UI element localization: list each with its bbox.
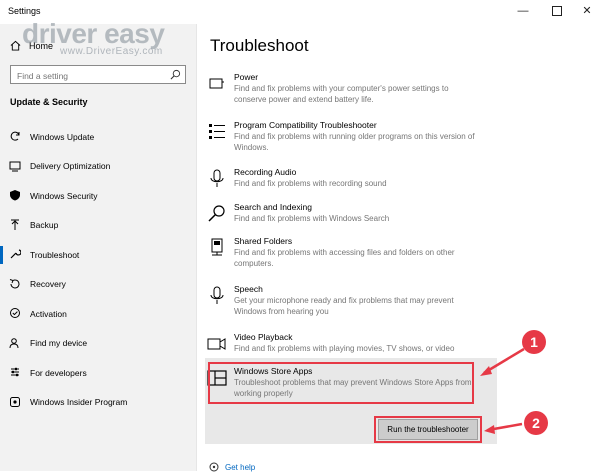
sidebar-item-windows-update[interactable]: Windows Update [0, 122, 196, 152]
maximize-button[interactable] [542, 2, 572, 20]
troubleshooter-desc: Find and fix problems with running older… [234, 132, 475, 152]
sidebar-item-delivery-optimization[interactable]: Delivery Optimization [0, 152, 196, 182]
upload-arrow-icon [11, 219, 19, 230]
troubleshooter-name: Speech [234, 284, 263, 294]
sidebar-item-label: Find my device [30, 338, 88, 349]
highlight-box-run-button [374, 416, 482, 443]
shared-folders-icon [211, 238, 223, 256]
troubleshooter-name: Recording Audio [234, 167, 297, 177]
sidebar-item-label: Windows Security [30, 190, 98, 201]
troubleshooter-desc: Find and fix problems with accessing fil… [234, 248, 455, 268]
home-label: Home [29, 40, 54, 51]
main-panel: Troubleshoot Power Find and fix problems… [197, 24, 600, 472]
search-input[interactable] [11, 67, 173, 85]
home-link[interactable]: Home [10, 40, 53, 51]
sidebar-nav: Windows Update Delivery Optimization Win… [0, 122, 196, 417]
person-location-icon [9, 337, 19, 348]
sidebar-item-label: Windows Update [30, 131, 95, 142]
sync-icon [10, 131, 20, 141]
sidebar-item-for-developers[interactable]: For developers [0, 358, 196, 388]
microphone-icon [210, 286, 224, 304]
troubleshooter-name: Power [234, 72, 259, 82]
developer-sliders-icon [11, 367, 19, 377]
minimize-button[interactable]: — [508, 2, 538, 20]
sidebar-item-troubleshoot[interactable]: Troubleshoot [0, 240, 196, 270]
sidebar-item-recovery[interactable]: Recovery [0, 270, 196, 300]
sidebar-item-find-my-device[interactable]: Find my device [0, 329, 196, 359]
troubleshooter-name: Video Playback [234, 332, 293, 342]
sidebar-item-label: Backup [30, 220, 59, 231]
get-help-label: Get help [225, 462, 256, 472]
sidebar-item-activation[interactable]: Activation [0, 299, 196, 329]
troubleshooter-desc: Find and fix problems with Windows Searc… [234, 214, 390, 223]
sidebar-item-label: Recovery [30, 279, 66, 290]
sidebar-item-label: Troubleshoot [30, 249, 80, 260]
highlight-box-store-apps [208, 362, 474, 404]
callout-badge-1: 1 [522, 330, 546, 354]
close-button[interactable]: ✕ [572, 2, 600, 20]
sidebar-item-label: Windows Insider Program [30, 397, 128, 408]
troubleshooter-desc: Find and fix problems with your computer… [234, 84, 449, 104]
sidebar-item-label: For developers [30, 367, 87, 378]
sidebar-item-label: Delivery Optimization [30, 161, 111, 172]
search-icon[interactable] [170, 69, 181, 80]
sidebar-item-label: Activation [30, 308, 67, 319]
page-title: Troubleshoot [210, 36, 309, 55]
search-icon [208, 205, 225, 222]
sidebar-item-backup[interactable]: Backup [0, 211, 196, 241]
insider-icon [10, 396, 20, 407]
window-title: Settings [8, 6, 41, 16]
wrench-icon [10, 249, 21, 259]
troubleshooter-desc: Get your microphone ready and fix proble… [234, 296, 454, 316]
power-icon [209, 78, 224, 89]
sidebar-item-windows-insider-program[interactable]: Windows Insider Program [0, 388, 196, 418]
troubleshooter-name: Program Compatibility Troubleshooter [234, 120, 377, 130]
home-icon [10, 40, 21, 51]
recovery-icon [9, 278, 20, 288]
callout-badge-2: 2 [524, 411, 548, 435]
check-circle-icon [10, 308, 20, 318]
sidebar-item-windows-security[interactable]: Windows Security [0, 181, 196, 211]
troubleshooter-desc: Find and fix problems with playing movie… [234, 344, 455, 353]
watermark-url: www.DriverEasy.com [60, 46, 163, 57]
sidebar: driver easy www.DriverEasy.com Home Upda… [0, 18, 197, 471]
section-title: Update & Security [10, 97, 88, 107]
troubleshooter-name: Shared Folders [234, 236, 293, 246]
settings-search[interactable] [10, 65, 186, 85]
delivery-optimization-icon [9, 161, 21, 171]
video-icon [207, 338, 226, 350]
troubleshooter-name: Search and Indexing [234, 202, 312, 212]
list-icon [209, 124, 225, 139]
shield-icon [10, 190, 20, 201]
microphone-icon [210, 169, 224, 187]
troubleshooter-desc: Find and fix problems with recording sou… [234, 179, 387, 188]
maximize-icon [552, 6, 562, 16]
